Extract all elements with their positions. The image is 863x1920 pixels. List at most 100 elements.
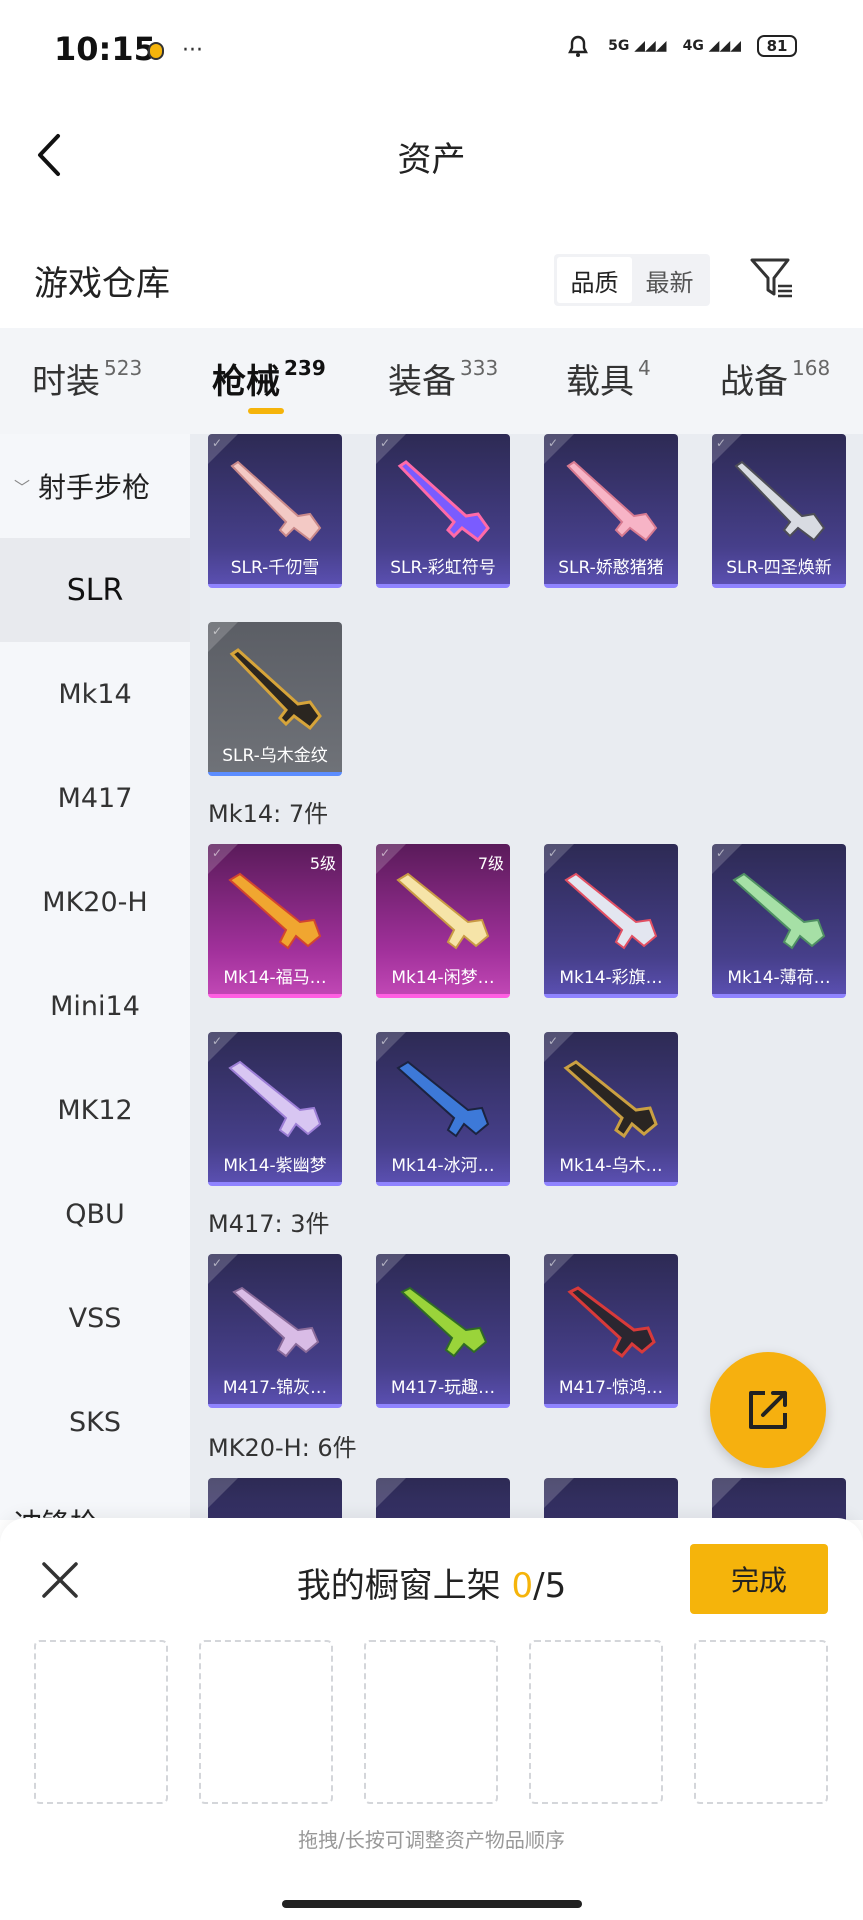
done-button[interactable]: 完成 [690,1544,828,1614]
rifle-icon [232,1286,320,1358]
sidebar-item-qbu[interactable]: QBU [0,1162,190,1266]
weapon-sidebar: ﹀ 射手步枪 SLR Mk14 M417 MK20-H Mini14 MK12 … [0,434,190,1520]
group-title-mk20h: MK20-H: 6件 [208,1434,357,1462]
alarm-icon [568,35,589,57]
sidebar-group-marksman-rifles[interactable]: ﹀ 射手步枪 [0,434,190,538]
check-icon: ✓ [212,846,223,860]
tab-equipment[interactable]: 装备 333 [388,354,498,403]
rifle-icon [397,460,490,543]
status-left-icons: ··· [148,38,203,63]
skin-card[interactable] [208,1478,342,1520]
check-icon: ✓ [212,1256,223,1270]
check-icon: ✓ [380,1256,391,1270]
skin-card[interactable]: ✓ Mk14-乌木… [544,1032,678,1186]
notification-app-icon [148,41,164,60]
more-dots-icon: ··· [182,38,203,63]
check-icon: ✓ [212,436,223,450]
skin-card[interactable]: ✓ SLR-四圣焕新 [712,434,846,588]
skin-card[interactable]: ✓ SLR-彩虹符号 [376,434,510,588]
rifle-icon [567,1286,656,1359]
status-right-icons: 5G ◢◢◢ 4G ◢◢◢ 81 [564,32,797,60]
rifle-icon [230,460,322,542]
rifle-icon [400,1286,488,1358]
tab-vehicles[interactable]: 载具 4 [566,354,651,403]
check-icon: ✓ [380,846,391,860]
status-time: 10:15 [54,30,156,68]
sidebar-item-sks[interactable]: SKS [0,1370,190,1474]
check-icon: ✓ [548,1034,559,1048]
skin-card[interactable]: ✓ M417-锦灰… [208,1254,342,1408]
rifle-icon [734,460,826,542]
skin-card[interactable]: ✓ Mk14-彩旗… [544,844,678,998]
rifle-icon [228,872,322,950]
check-icon: ✓ [548,1256,559,1270]
rifle-icon [229,648,322,731]
showcase-count: 0 [511,1566,534,1606]
sidebar-item-mini14[interactable]: Mini14 [0,954,190,1058]
skin-card[interactable]: ✓ SLR-千仞雪 [208,434,342,588]
warehouse-header: 游戏仓库 品质 最新 [0,230,863,328]
sort-newest-button[interactable]: 最新 [632,257,707,303]
skin-card[interactable]: ✓ SLR-乌木金纹 [208,622,342,776]
skin-card[interactable] [544,1478,678,1520]
rifle-icon [228,1060,322,1138]
rifle-icon [566,460,658,542]
category-tabs: 时装 523 枪械 239 装备 333 载具 4 战备 168 [0,328,863,434]
signal-5g-icon: 5G ◢◢◢ [608,38,667,54]
sidebar-item-m417[interactable]: M417 [0,746,190,850]
showcase-slot[interactable] [529,1640,663,1804]
battery-icon: 81 [757,35,797,57]
skin-card[interactable]: ✓ Mk14-薄荷… [712,844,846,998]
check-icon: ✓ [548,436,559,450]
active-tab-indicator [248,408,284,414]
group-title-m417: M417: 3件 [208,1210,330,1238]
sidebar-item-vss[interactable]: VSS [0,1266,190,1370]
rifle-icon [563,1060,658,1139]
filter-button[interactable] [748,254,796,302]
showcase-slot[interactable] [694,1640,828,1804]
sort-toggle: 品质 最新 [554,254,710,306]
share-icon [749,1391,787,1429]
check-icon: ✓ [548,846,559,860]
check-icon: ✓ [212,1034,223,1048]
showcase-sheet: 我的橱窗上架 0/5 完成 拖拽/长按可调整资产物品顺序 [0,1518,863,1920]
skin-card[interactable]: ✓ 5级 Mk14-福马… [208,844,342,998]
skin-card[interactable]: ✓ Mk14-紫幽梦 [208,1032,342,1186]
rifle-icon [564,872,658,950]
reorder-hint: 拖拽/长按可调整资产物品顺序 [298,1828,565,1852]
sidebar-item-mk14[interactable]: Mk14 [0,642,190,746]
tab-fashion[interactable]: 时装 523 [32,354,142,403]
signal-4g-icon: 4G ◢◢◢ [682,38,741,54]
tab-firearms[interactable]: 枪械 239 [212,354,326,403]
chevron-down-icon: ﹀ [14,478,31,497]
sidebar-item-slr[interactable]: SLR [0,538,190,642]
group-title-mk14: Mk14: 7件 [208,800,329,828]
skin-card[interactable]: ✓ M417-玩趣… [376,1254,510,1408]
skin-card[interactable] [376,1478,510,1520]
rifle-icon [396,872,490,950]
filter-icon [750,258,792,298]
skin-card[interactable]: ✓ SLR-娇憨猪猪 [544,434,678,588]
rifle-icon [396,1060,490,1138]
showcase-slot[interactable] [199,1640,333,1804]
page-title: 资产 [397,140,466,180]
sidebar-item-mk20h[interactable]: MK20-H [0,850,190,954]
showcase-slot[interactable] [34,1640,168,1804]
share-button[interactable] [710,1352,826,1468]
check-icon: ✓ [212,624,223,638]
warehouse-title: 游戏仓库 [34,264,170,304]
sidebar-item-mk12[interactable]: MK12 [0,1058,190,1162]
sort-quality-button[interactable]: 品质 [557,257,632,303]
status-bar: 10:15 ··· 5G ◢◢◢ 4G ◢◢◢ 81 [0,0,863,100]
rifle-icon [732,872,826,950]
home-indicator[interactable] [282,1900,582,1908]
tab-battle-prep[interactable]: 战备 168 [720,354,830,403]
skin-card[interactable]: ✓ 7级 Mk14-闲梦… [376,844,510,998]
check-icon: ✓ [716,436,727,450]
showcase-slot[interactable] [364,1640,498,1804]
nav-bar: 资产 [0,100,863,210]
check-icon: ✓ [716,846,727,860]
skin-card[interactable] [712,1478,846,1520]
skin-card[interactable]: ✓ M417-惊鸿… [544,1254,678,1408]
skin-card[interactable]: ✓ Mk14-冰河… [376,1032,510,1186]
